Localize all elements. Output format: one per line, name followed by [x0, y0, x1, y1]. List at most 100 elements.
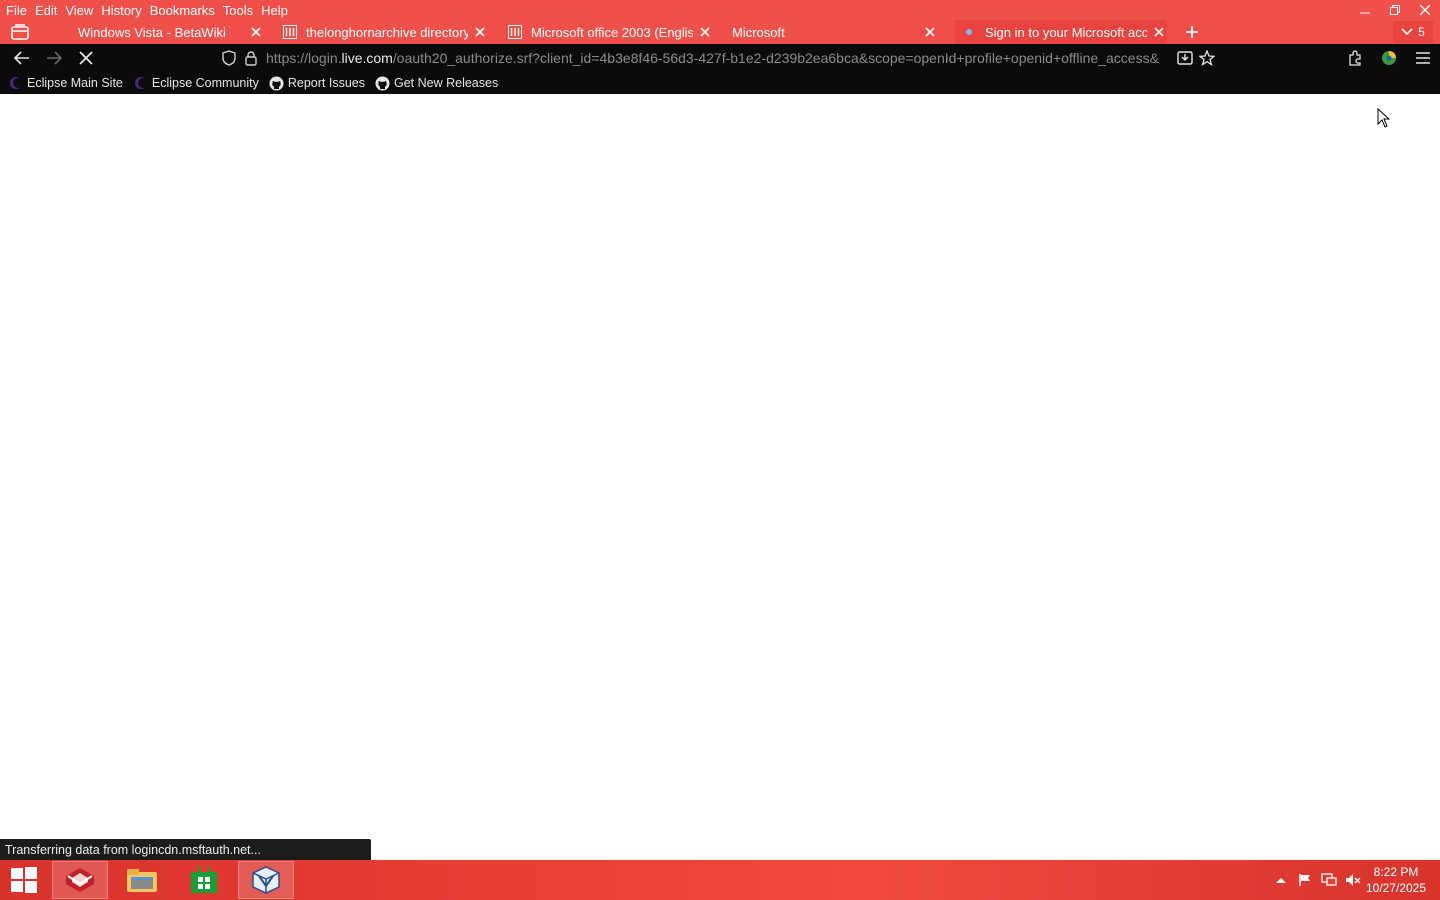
tab-2[interactable]: Microsoft office 2003 (English) : [507, 20, 713, 44]
github-icon [269, 75, 285, 91]
forward-arrow-icon [47, 51, 62, 65]
tab-close-button[interactable] [1151, 24, 1167, 40]
url-text[interactable]: https://login.live.com/oauth20_authorize… [266, 50, 1174, 66]
bookmark-label: Get New Releases [393, 76, 499, 90]
bookmark-report-issues[interactable]: Report Issues [269, 75, 365, 91]
tab-3[interactable]: Microsoft [732, 20, 938, 44]
taskbar: 8:22 PM 10/27/2025 [0, 860, 1440, 900]
action-center-button[interactable] [1296, 871, 1314, 889]
bookmark-eclipse-main-site[interactable]: Eclipse Main Site [8, 75, 123, 91]
close-icon [700, 27, 710, 37]
clock-time: 8:22 PM [1373, 865, 1419, 879]
close-icon [1154, 27, 1164, 37]
menu-tools[interactable]: Tools [221, 3, 259, 18]
menu-bookmarks[interactable]: Bookmarks [148, 3, 221, 18]
eclipse-icon [133, 75, 149, 91]
tab-4-active[interactable]: Sign in to your Microsoft accou [955, 20, 1167, 44]
restore-button[interactable] [1380, 0, 1410, 20]
bookmark-star-icon[interactable] [1196, 47, 1218, 69]
tab-close-button[interactable] [248, 24, 264, 40]
bookmark-label: Eclipse Main Site [27, 76, 123, 90]
url-prefix: https://login. [266, 50, 342, 66]
taskbar-store[interactable] [176, 861, 232, 899]
puzzle-icon [1349, 50, 1361, 66]
start-button[interactable] [0, 861, 48, 899]
menu-history[interactable]: History [99, 3, 147, 18]
bookmarks-toolbar: Eclipse Main Site Eclipse Community Repo… [0, 72, 1440, 94]
list-all-tabs-button[interactable]: 5 [1393, 21, 1433, 43]
windows-logo-icon [11, 867, 37, 893]
hamburger-menu-icon [1416, 52, 1430, 64]
page-content [0, 94, 1440, 860]
shield-icon[interactable] [218, 47, 240, 69]
taskbar-browser[interactable] [52, 861, 108, 899]
account-extension-button[interactable] [1372, 46, 1406, 70]
save-to-pocket-icon[interactable] [1174, 47, 1196, 69]
mouse-cursor-icon [1377, 108, 1391, 128]
loading-dot-icon [961, 24, 977, 40]
tab-1[interactable]: thelonghornarchive directory lis [282, 20, 488, 44]
close-icon [475, 27, 485, 37]
bookmark-eclipse-community[interactable]: Eclipse Community [133, 75, 259, 91]
tab-title: Sign in to your Microsoft accou [985, 24, 1147, 40]
tab-close-button[interactable] [472, 24, 488, 40]
network-icon [1321, 873, 1337, 886]
menu-view[interactable]: View [63, 3, 99, 18]
restore-icon [1390, 5, 1400, 15]
address-bar[interactable]: https://login.live.com/oauth20_authorize… [218, 46, 1218, 70]
github-icon [375, 75, 391, 91]
volume-muted-icon [1346, 874, 1361, 886]
forward-button[interactable] [42, 48, 66, 68]
menu-file[interactable]: File [4, 3, 33, 18]
menu-help[interactable]: Help [259, 3, 294, 18]
volume-button[interactable] [1344, 871, 1362, 889]
tab-close-button[interactable] [697, 24, 713, 40]
tab-title: Microsoft office 2003 (English) : [531, 24, 693, 40]
tab-0[interactable]: Windows Vista - BetaWiki [54, 20, 264, 44]
new-tab-button[interactable] [1180, 22, 1204, 42]
firefox-view-icon [11, 24, 29, 40]
url-host: live.com [341, 50, 393, 66]
close-window-button[interactable] [1410, 0, 1440, 20]
folder-icon [127, 869, 157, 892]
tab-title: thelonghornarchive directory lis [306, 24, 468, 40]
app-menu-button[interactable] [1406, 46, 1440, 70]
show-hidden-icons-button[interactable] [1272, 871, 1290, 889]
taskbar-virtualbox[interactable] [238, 861, 294, 899]
extensions-button[interactable] [1338, 46, 1372, 70]
stop-button[interactable] [74, 48, 98, 68]
eclipse-icon [8, 75, 24, 91]
bookmark-get-new-releases[interactable]: Get New Releases [375, 75, 498, 91]
stop-x-icon [79, 51, 93, 65]
tab-count: 5 [1418, 25, 1425, 39]
betawiki-icon [54, 24, 70, 40]
taskbar-file-explorer[interactable] [114, 861, 170, 899]
minimize-button[interactable] [1350, 0, 1380, 20]
tab-close-button[interactable] [922, 24, 938, 40]
archive-org-icon [282, 24, 298, 40]
bookmark-label: Report Issues [287, 76, 365, 90]
toolbar-right [1338, 46, 1440, 70]
firefox-view-button[interactable] [6, 22, 34, 42]
lock-icon[interactable] [240, 47, 262, 69]
clock-date: 10/27/2025 [1365, 881, 1427, 895]
taskbar-clock[interactable]: 8:22 PM 10/27/2025 [1364, 864, 1428, 896]
navigation-toolbar: https://login.live.com/oauth20_authorize… [0, 44, 1440, 72]
archive-org-icon [507, 24, 523, 40]
tab-title: Windows Vista - BetaWiki [78, 24, 226, 40]
minimize-icon [1360, 12, 1370, 14]
close-icon [925, 27, 935, 37]
browser-app-icon [66, 868, 94, 892]
store-icon [191, 866, 217, 893]
url-path: /oauth20_authorize.srf?client_id=4b3e8f4… [392, 50, 1159, 66]
virtualbox-icon [252, 866, 280, 894]
status-panel: Transferring data from logincdn.msftauth… [0, 839, 371, 860]
bookmark-label: Eclipse Community [151, 76, 259, 90]
back-button[interactable] [10, 48, 34, 68]
close-icon [1420, 5, 1430, 15]
menu-bar: File Edit View History Bookmarks Tools H… [0, 0, 294, 20]
menu-edit[interactable]: Edit [33, 3, 63, 18]
flag-icon [1299, 874, 1310, 886]
tab-strip: Windows Vista - BetaWiki thelonghornarch… [0, 20, 1440, 44]
network-button[interactable] [1320, 871, 1338, 889]
